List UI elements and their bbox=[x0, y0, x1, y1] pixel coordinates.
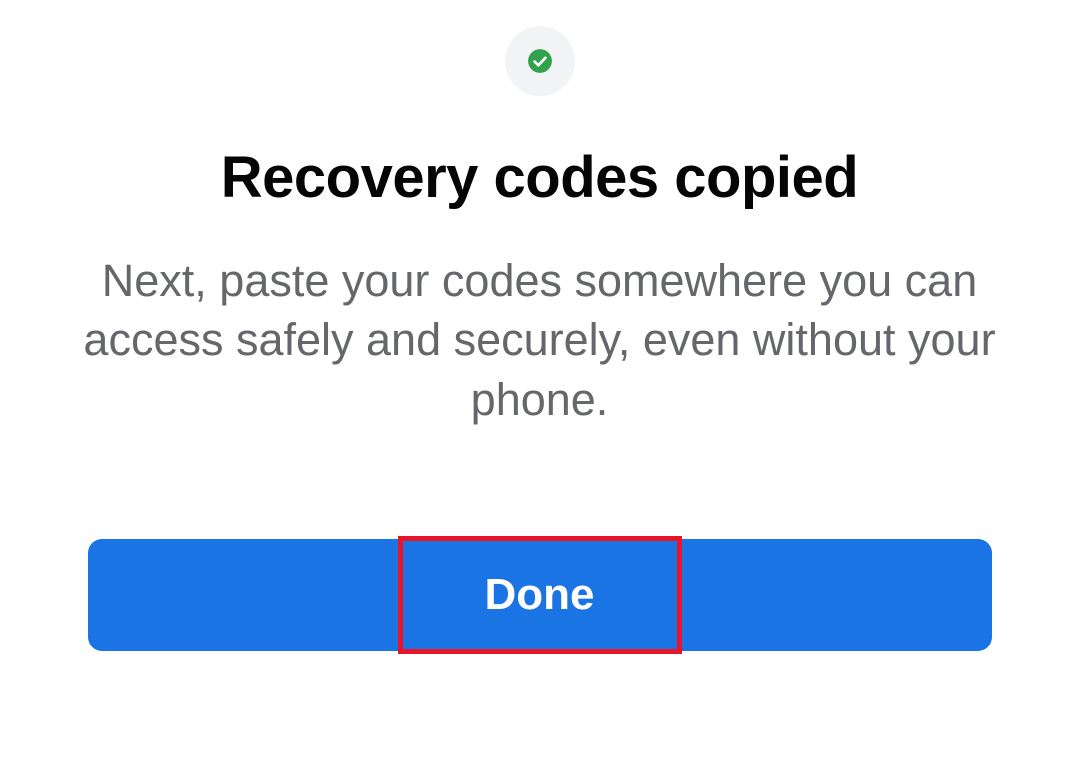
done-button[interactable]: Done bbox=[88, 539, 992, 651]
done-button-label: Done bbox=[485, 570, 595, 619]
checkmark-icon bbox=[527, 48, 553, 74]
dialog-heading: Recovery codes copied bbox=[221, 144, 858, 211]
status-icon-container bbox=[505, 26, 575, 96]
dialog-description: Next, paste your codes somewhere you can… bbox=[80, 251, 1000, 429]
